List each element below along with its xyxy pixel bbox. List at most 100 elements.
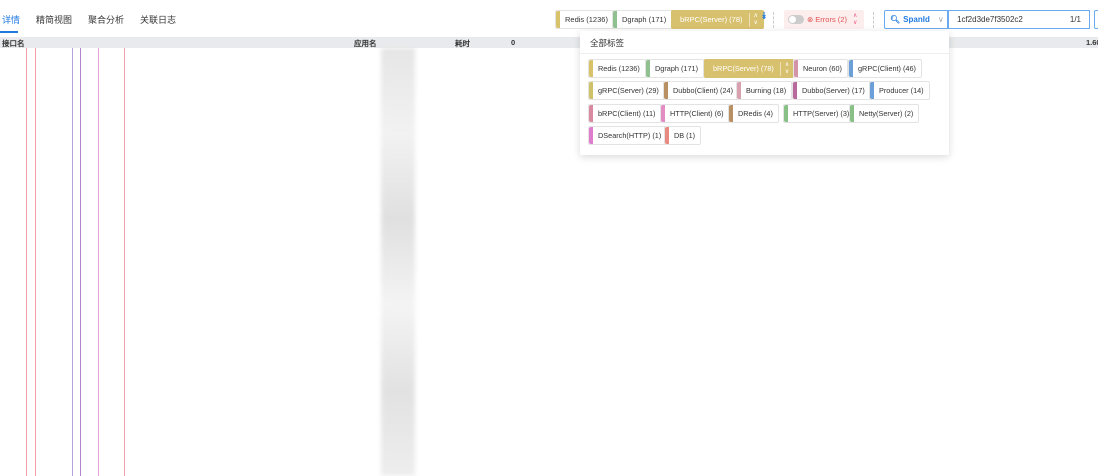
table-row[interactable]: 1algo.d...uresV3bRPC(Server)feature-p rd… [0,189,1098,208]
child-count-toggle[interactable]: 1 [135,382,145,392]
leaf-dot-icon [160,123,163,126]
table-row[interactable]: NeuronService/invokeV2Neurondpp-ae- -ser… [0,396,1098,415]
chip-nav-arrows[interactable]: ∧∨ [749,13,758,27]
percent: 0.253% [602,344,627,353]
tag-filter-chip[interactable]: bRPC(Server) (78)∧∨ [671,10,764,29]
errors-toggle[interactable] [788,15,804,24]
timeline-bar: 0.283% [600,401,628,411]
table-row[interactable]: 1DubboD...uresV3Dubbo(Client)dpp-ae- -se… [0,227,1098,246]
tag-chip-label: gRPC(Client) (46) [858,64,916,73]
tag-filter-chip[interactable]: Dgraph (171) [612,10,673,29]
percent: 0.257% [602,250,627,259]
child-count-toggle[interactable]: 1 [143,156,153,166]
duration: 216μs [455,363,476,372]
tag-filter-chip[interactable]: Redis (1236) [555,10,615,29]
tag-chip[interactable]: HTTP(Server) (3) [783,104,855,123]
tag-chip[interactable]: Burning (18) [736,81,792,100]
timeline-bar: 0.346% [600,307,628,317]
tag-chip-label: Dubbo(Client) (24) [673,86,733,95]
tag-chip-label: Dgraph (171) [655,64,698,73]
tag-chip[interactable]: Producer (14) [869,81,930,100]
tag-chip[interactable]: Netty(Server) (2) [849,104,919,123]
tag-chip[interactable]: DB (1) [664,126,701,145]
child-count-toggle[interactable]: 1 [143,307,153,317]
search-next-button[interactable] [1094,10,1098,29]
table-row[interactable]: cs.pb....SelectbRPC(Client)feature-p d-c… [0,359,1098,378]
child-count-toggle[interactable]: 1 [152,175,162,185]
duration: 5.54ms [455,307,480,316]
child-count-toggle[interactable]: 2 [135,137,145,147]
span-name: algo.d...uresV3 [167,325,217,334]
child-count-toggle[interactable]: 1 [160,194,170,204]
tab-simple-view[interactable]: 精简视图 [36,13,72,26]
table-row[interactable]: 1algo.d...uresV3gRPC(Client)dpp-ae- serv… [0,246,1098,265]
tag-chip-label: bRPC(Server) (78) [713,64,774,73]
tag-chip[interactable]: Dubbo(Server) (17) [792,81,871,100]
tag-chip[interactable]: Dubbo(Client) (24) [663,81,739,100]
tag-chip[interactable]: DSearch(HTTP) (1) [588,126,667,145]
app-name-end: rd-commu... [415,213,455,222]
child-count-toggle[interactable]: 1 [152,250,162,260]
span-tag: gRPC(Client) [221,251,257,259]
tab-related-logs[interactable]: 关联日志 [140,13,176,26]
duration: 2.89ms [455,269,480,278]
span-name: coinRecall [159,420,194,429]
table-row[interactable]: coinRecalldpp-ae- -server 32μs0.002% [0,415,1098,434]
search-type-select[interactable]: 🔍︎SpanId∨ [884,10,948,29]
percent: 0.294% [602,382,627,391]
tab-details[interactable]: 详情 [2,13,20,26]
timeline-bar: 0.338% [600,326,628,336]
table-row[interactable]: algo.d...uresV3bRPC(Server)feature-p rd-… [0,265,1098,284]
table-row[interactable]: 1algo.d...uresV3bRPC(Server)feature-p d-… [0,340,1098,359]
tag-chip[interactable]: gRPC(Server) (29) [588,81,665,100]
child-count-toggle[interactable]: 1 [135,100,145,110]
span-name: algo.d...uresV3 [187,269,237,278]
table-row[interactable]: 1recalldpp-ae -server 11.47ms0.717% [0,434,1098,453]
tag-chip[interactable]: Redis (1236) [588,59,646,78]
percent: 0.446% [603,288,628,297]
chip-nav-arrows[interactable]: ∧∨ [780,62,789,76]
tag-chip[interactable]: DRedis (4) [728,104,779,123]
errors-nav-arrows[interactable]: ∧∨ [853,13,857,27]
error-icon: ⊗ [807,15,813,24]
span-name-cell: 1DubboD...uresV3Dubbo(Client) [143,231,257,241]
percent: 0.263% [602,232,627,241]
tag-chip[interactable]: HTTP(Client) (6) [660,104,730,123]
errors-filter[interactable]: ⊗ Errors (2) ∧∨ [784,10,864,29]
tag-chip[interactable]: Dgraph (171) [645,59,704,78]
tag-chip-label: Netty(Server) (2) [859,109,913,118]
child-count-toggle[interactable]: 1 [143,231,153,241]
table-row[interactable]: [POST]...SelectDSearch(HTTP)dpp-ae -serv… [0,453,1098,472]
app-name-end: server [415,119,436,128]
duration: 7.13ms [455,288,480,297]
search-input[interactable]: 1cf2d3de7f3502c2 1/1 [948,10,1090,29]
tag-chip-label: DRedis (4) [738,109,773,118]
expand-tags-icon[interactable]: ⯯ [761,11,767,22]
tree-guide-line [35,48,36,476]
table-row[interactable]: 1algo.d...uresV3gRPC(Client)dpp-ae-c ser… [0,171,1098,190]
span-name-cell: 1algo.d...uresV3gRPC(Client) [152,175,258,185]
leaf-dot-icon [160,405,163,408]
table-row[interactable]: 1algo.d...uresV3gRPC(Client)dpp-ae- serv… [0,321,1098,340]
child-count-toggle[interactable]: 1 [152,325,162,335]
tag-chip[interactable]: bRPC(Client) (11) [588,104,661,123]
tag-chip[interactable]: bRPC(Server) (78) ∧∨ [704,59,794,78]
tag-chip[interactable]: gRPC(Client) (46) [848,59,922,78]
divider [773,12,774,28]
table-row[interactable]: 1DubboD...uresV3Dubbo(Client)dpp-ae- ser… [0,302,1098,321]
table-row[interactable]: 1userFeaturedpp-ae- server 7.13ms0.446% [0,283,1098,302]
app-name-start: dpp-ae- [354,401,380,410]
table-row[interactable]: 1userEmbeddingdpp-ae- -server 4.71ms0.29… [0,377,1098,396]
tag-chip[interactable]: Neuron (60) [793,59,848,78]
app-name-start: dpp-ae [354,439,377,448]
app-name-end: server [415,157,436,166]
span-name: algo.d...uresV3 [175,344,225,353]
app-name-start: dpp-ae- [354,307,380,316]
timeline-start: 0 [511,38,515,47]
child-count-toggle[interactable]: 1 [135,438,145,448]
child-count-toggle[interactable]: 1 [135,288,145,298]
table-row[interactable]: cs.pb....SelectbRPC(Client)feature-p rd-… [0,208,1098,227]
tree-guide-line [72,48,73,476]
child-count-toggle[interactable]: 1 [160,344,170,354]
tab-aggregate-analysis[interactable]: 聚合分析 [88,13,124,26]
